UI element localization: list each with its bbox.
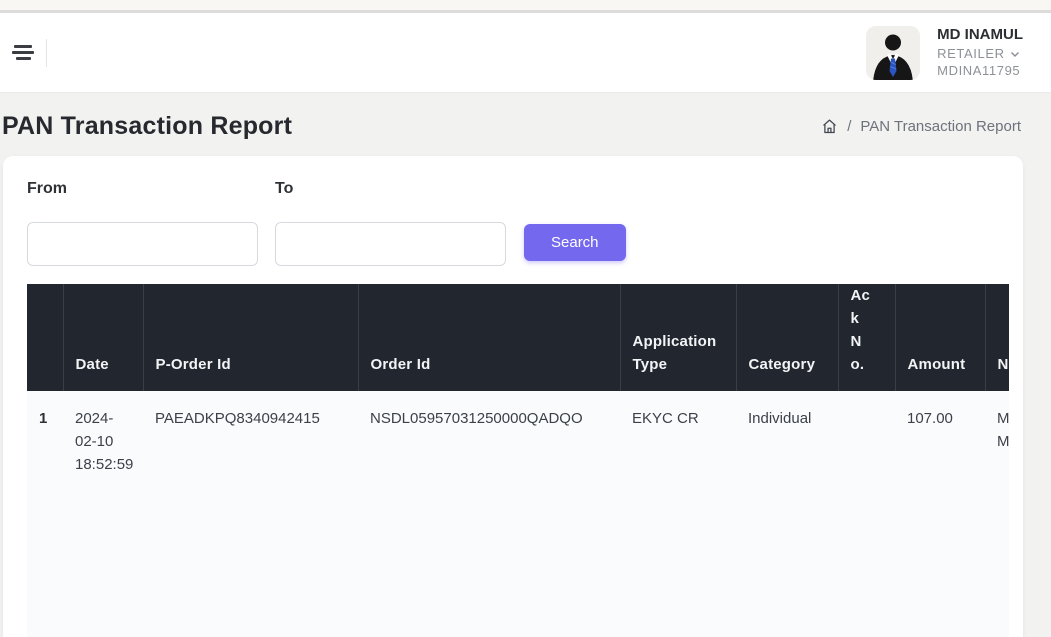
user-name: MD INAMUL bbox=[937, 27, 1023, 43]
col-header-name: Name bbox=[985, 284, 1009, 391]
to-label: To bbox=[275, 180, 506, 198]
user-menu[interactable]: MD INAMUL RETAILER MDINA11795 bbox=[866, 26, 1023, 80]
col-header-ack-no: Ack No. bbox=[838, 284, 895, 391]
cell-p-order-id: PAEADKPQ8340942415 bbox=[143, 391, 358, 637]
col-header-category: Category bbox=[736, 284, 838, 391]
search-button[interactable]: Search bbox=[524, 224, 626, 261]
col-header-application-type: Application Type bbox=[620, 284, 736, 391]
cell-category: Individual bbox=[736, 391, 838, 637]
home-icon[interactable] bbox=[821, 118, 838, 135]
col-header-p-order-id: P-Order Id bbox=[143, 284, 358, 391]
col-header-amount: Amount bbox=[895, 284, 985, 391]
to-date-input[interactable] bbox=[275, 222, 506, 266]
cell-ack-no bbox=[838, 391, 895, 637]
col-header-index bbox=[27, 284, 63, 391]
avatar[interactable] bbox=[866, 26, 920, 80]
header-divider bbox=[46, 39, 47, 67]
search-wrap: Search bbox=[524, 224, 626, 261]
from-label: From bbox=[27, 180, 258, 198]
hamburger-icon bbox=[14, 45, 32, 48]
breadcrumb-current: PAN Transaction Report bbox=[860, 118, 1021, 135]
sidebar-toggle-button[interactable] bbox=[8, 40, 38, 66]
page-title: PAN Transaction Report bbox=[2, 112, 292, 141]
page-head: PAN Transaction Report / PAN Transaction… bbox=[0, 92, 1051, 156]
cell-application-type: EKYC CR bbox=[620, 391, 736, 637]
transactions-table-wrap[interactable]: Date P-Order Id Order Id Application Typ… bbox=[27, 284, 1009, 637]
transactions-table: Date P-Order Id Order Id Application Typ… bbox=[27, 284, 1009, 637]
cell-name: M M bbox=[985, 391, 1009, 637]
cell-amount: 107.00 bbox=[895, 391, 985, 637]
from-date-input[interactable] bbox=[27, 222, 258, 266]
cell-order-id: NSDL05957031250000QADQO bbox=[358, 391, 620, 637]
report-card: From To Search Date P-Order Id Order Id bbox=[3, 156, 1023, 637]
chevron-down-icon bbox=[1010, 51, 1020, 58]
user-role[interactable]: RETAILER bbox=[937, 47, 1023, 61]
breadcrumb: / PAN Transaction Report bbox=[821, 118, 1021, 135]
browser-top-strip bbox=[0, 0, 1051, 13]
cell-index: 1 bbox=[27, 391, 63, 637]
cell-date: 2024-02-10 18:52:59 bbox=[63, 391, 143, 637]
filter-bar: From To Search bbox=[3, 180, 1023, 266]
breadcrumb-separator: / bbox=[847, 118, 851, 135]
to-field: To bbox=[275, 180, 506, 266]
from-field: From bbox=[27, 180, 258, 266]
table-header-row: Date P-Order Id Order Id Application Typ… bbox=[27, 284, 1009, 391]
table-row: 1 2024-02-10 18:52:59 PAEADKPQ8340942415… bbox=[27, 391, 1009, 637]
app-header: MD INAMUL RETAILER MDINA11795 bbox=[0, 13, 1051, 92]
col-header-order-id: Order Id bbox=[358, 284, 620, 391]
user-info: MD INAMUL RETAILER MDINA11795 bbox=[937, 27, 1023, 77]
user-avatar-image bbox=[866, 26, 920, 80]
col-header-date: Date bbox=[63, 284, 143, 391]
user-id: MDINA11795 bbox=[937, 64, 1023, 78]
